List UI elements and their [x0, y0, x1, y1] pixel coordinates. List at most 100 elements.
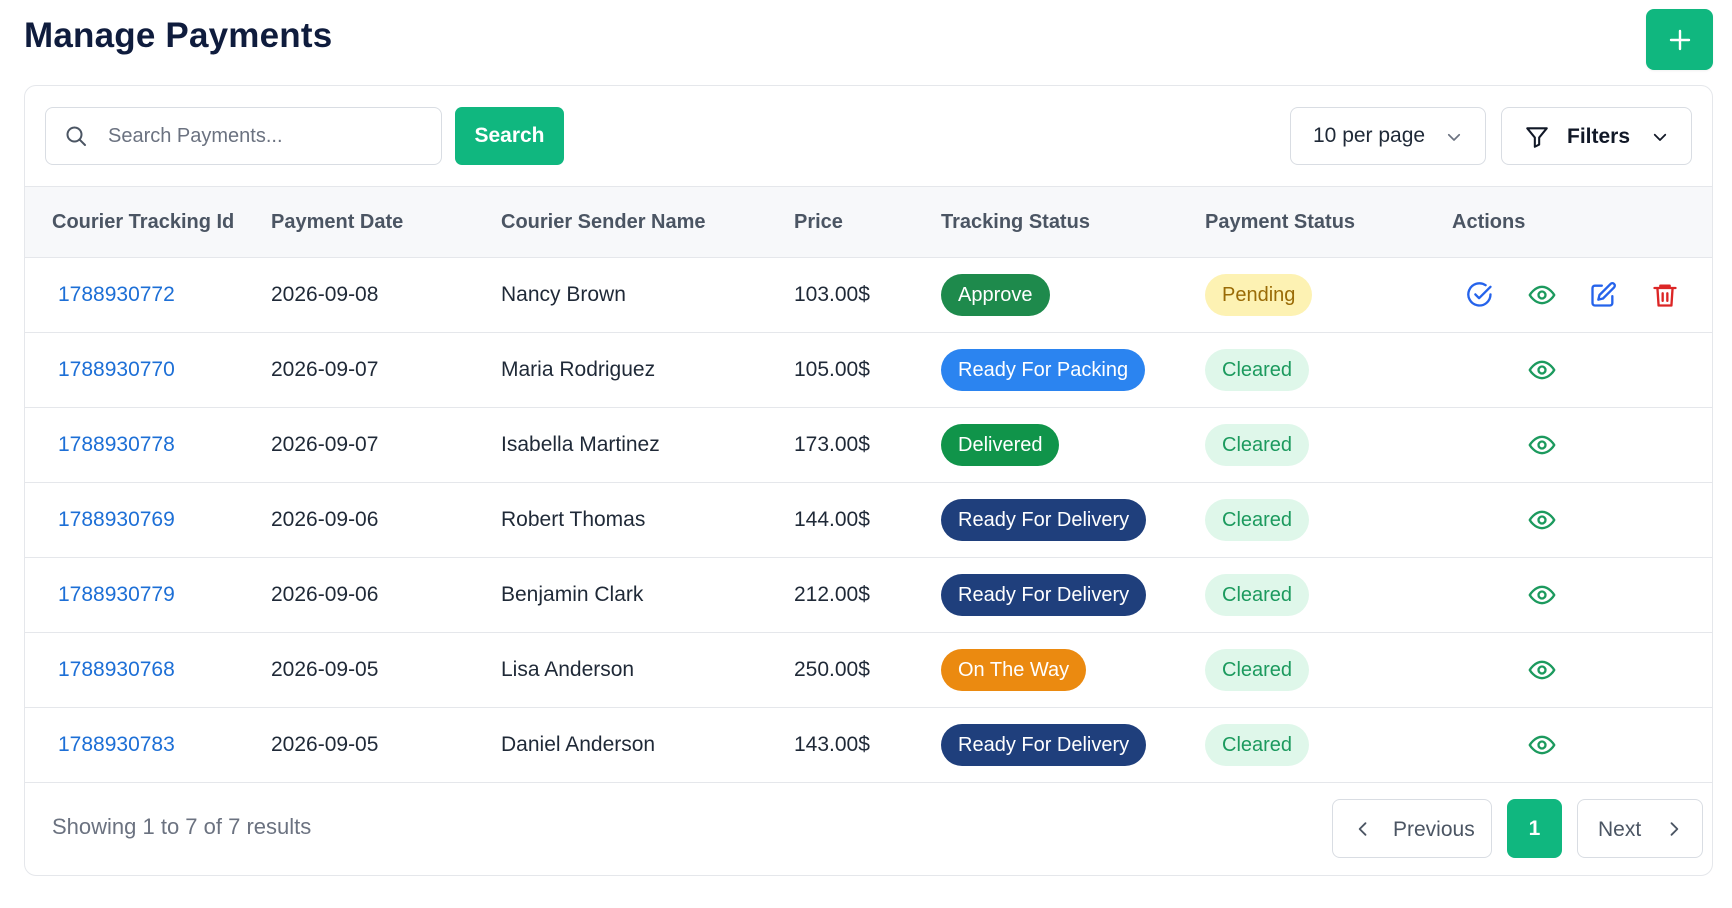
sender-name: Robert Thomas [501, 508, 646, 531]
next-label: Next [1598, 818, 1642, 841]
edit-icon[interactable] [1589, 281, 1617, 309]
sender-name: Lisa Anderson [501, 658, 635, 681]
table-row: 1788930779 2026-09-06 Benjamin Clark 212… [25, 558, 1712, 633]
row-actions [1452, 483, 1712, 557]
payment-date: 2026-09-06 [271, 583, 379, 606]
sender-name: Isabella Martinez [501, 433, 660, 456]
payment-status-badge: Cleared [1205, 349, 1310, 391]
tracking-id-link[interactable]: 1788930783 [58, 733, 175, 756]
search-box[interactable] [45, 107, 442, 165]
page-title: Manage Payments [24, 16, 333, 55]
sender-name: Daniel Anderson [501, 733, 656, 756]
row-actions [1452, 333, 1712, 407]
price: 103.00$ [794, 283, 870, 306]
row-actions [1452, 258, 1712, 332]
eye-icon[interactable] [1528, 731, 1556, 759]
results-summary: Showing 1 to 7 of 7 results [52, 814, 312, 839]
row-actions [1452, 408, 1712, 482]
payment-date: 2026-09-05 [271, 658, 379, 681]
price: 212.00$ [794, 583, 870, 606]
tracking-status-badge: Ready For Delivery [941, 574, 1147, 616]
column-header[interactable]: Price [794, 187, 941, 258]
tracking-status-badge: Ready For Delivery [941, 724, 1147, 766]
pagination-footer: Showing 1 to 7 of 7 results Previous 1 N… [25, 779, 1712, 875]
column-header[interactable]: Courier Sender Name [501, 187, 794, 258]
filters-label: Filters [1567, 125, 1631, 148]
column-header: Actions [1452, 210, 1526, 233]
tracking-status-badge: Approve [941, 274, 1050, 316]
column-header[interactable]: Payment Date [271, 187, 501, 258]
filter-icon [1526, 127, 1548, 148]
tracking-id-link[interactable]: 1788930770 [58, 358, 175, 381]
chevron-down-icon [1653, 133, 1667, 141]
tracking-status-badge: On The Way [941, 649, 1087, 691]
tracking-status-badge: Delivered [941, 424, 1060, 466]
table-row: 1788930769 2026-09-06 Robert Thomas 144.… [25, 483, 1712, 558]
eye-icon[interactable] [1528, 356, 1556, 384]
check-circle-icon[interactable] [1466, 281, 1494, 309]
table-row: 1788930783 2026-09-05 Daniel Anderson 14… [25, 708, 1712, 783]
per-page-select[interactable]: 10 per page [1290, 107, 1486, 165]
payment-date: 2026-09-07 [271, 358, 379, 381]
page-number-button[interactable]: 1 [1507, 799, 1562, 858]
plus-icon [1669, 29, 1690, 50]
payment-status-badge: Cleared [1205, 649, 1310, 691]
add-payment-button[interactable] [1646, 9, 1713, 70]
payment-date: 2026-09-07 [271, 433, 379, 456]
column-header[interactable]: Courier Tracking Id [25, 187, 271, 258]
price: 144.00$ [794, 508, 870, 531]
payments-card: Search 10 per page Filters Courier Track… [24, 85, 1713, 876]
eye-icon[interactable] [1528, 506, 1556, 534]
sender-name: Maria Rodriguez [501, 358, 656, 381]
next-page-button[interactable]: Next [1577, 799, 1703, 858]
payment-status-badge: Cleared [1205, 424, 1310, 466]
table-row: 1788930768 2026-09-05 Lisa Anderson 250.… [25, 633, 1712, 708]
column-header[interactable]: Tracking Status [941, 187, 1205, 258]
previous-page-button[interactable]: Previous [1332, 799, 1492, 858]
eye-icon[interactable] [1528, 281, 1556, 309]
column-header[interactable]: Payment Status [1205, 187, 1452, 258]
tracking-id-link[interactable]: 1788930778 [58, 433, 175, 456]
price: 143.00$ [794, 733, 870, 756]
previous-label: Previous [1393, 818, 1475, 841]
tracking-id-link[interactable]: 1788930768 [58, 658, 175, 681]
payment-status-badge: Cleared [1205, 574, 1310, 616]
eye-icon[interactable] [1528, 656, 1556, 684]
table-row: 1788930778 2026-09-07 Isabella Martinez … [25, 408, 1712, 483]
row-actions [1452, 558, 1712, 632]
price: 173.00$ [794, 433, 870, 456]
eye-icon[interactable] [1528, 581, 1556, 609]
filters-button[interactable]: Filters [1501, 107, 1692, 165]
row-actions [1452, 633, 1712, 707]
sender-name: Benjamin Clark [501, 583, 644, 606]
toolbar: Search 10 per page Filters [25, 86, 1712, 186]
search-button[interactable]: Search [455, 107, 564, 165]
payment-date: 2026-09-05 [271, 733, 379, 756]
table-row: 1788930772 2026-09-08 Nancy Brown 103.00… [25, 258, 1712, 333]
sender-name: Nancy Brown [501, 283, 626, 306]
price: 250.00$ [794, 658, 870, 681]
payments-table: Courier Tracking Id Payment Date Courier… [25, 186, 1712, 783]
payment-status-badge: Pending [1205, 274, 1313, 316]
chevron-right-icon [1670, 822, 1679, 836]
row-actions [1452, 708, 1712, 782]
eye-icon[interactable] [1528, 431, 1556, 459]
tracking-id-link[interactable]: 1788930769 [58, 508, 175, 531]
per-page-label: 10 per page [1313, 124, 1426, 147]
payment-date: 2026-09-06 [271, 508, 379, 531]
tracking-id-link[interactable]: 1788930772 [58, 283, 175, 306]
tracking-status-badge: Ready For Delivery [941, 499, 1147, 541]
chevron-left-icon [1358, 822, 1367, 836]
payment-status-badge: Cleared [1205, 724, 1310, 766]
table-row: 1788930770 2026-09-07 Maria Rodriguez 10… [25, 333, 1712, 408]
tracking-status-badge: Ready For Packing [941, 349, 1146, 391]
chevron-down-icon [1447, 133, 1461, 141]
payment-date: 2026-09-08 [271, 283, 379, 306]
payment-status-badge: Cleared [1205, 499, 1310, 541]
tracking-id-link[interactable]: 1788930779 [58, 583, 175, 606]
price: 105.00$ [794, 358, 870, 381]
table-header-row: Courier Tracking Id Payment Date Courier… [25, 186, 1712, 258]
search-input[interactable] [108, 108, 428, 164]
search-icon [66, 126, 86, 146]
trash-icon[interactable] [1651, 281, 1679, 309]
